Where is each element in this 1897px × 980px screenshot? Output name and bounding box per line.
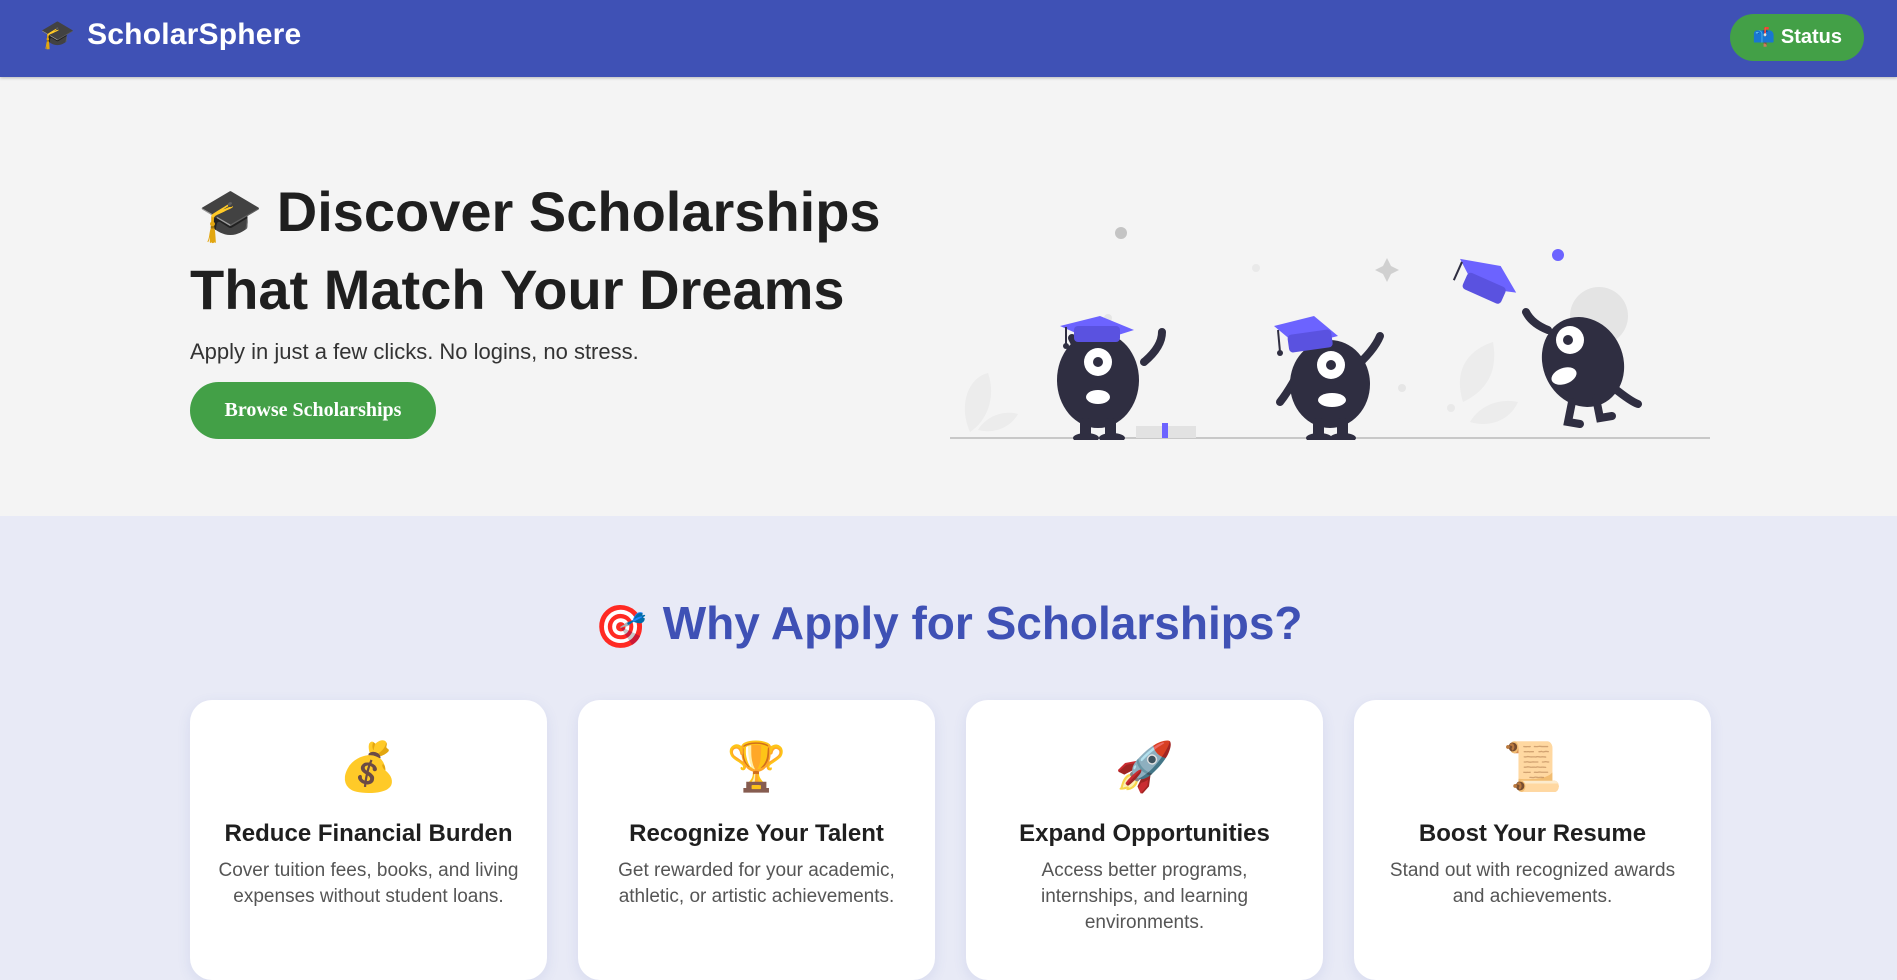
why-apply-title-text: Why Apply for Scholarships? xyxy=(662,597,1303,649)
trophy-icon: 🏆 xyxy=(726,741,787,794)
brand-name: ScholarSphere xyxy=(87,18,302,51)
rocket-icon: 🚀 xyxy=(1114,741,1175,794)
hero-title-line1: Discover Scholarships xyxy=(276,180,881,243)
brand-logo[interactable]: 🎓 ScholarSphere xyxy=(40,18,301,52)
benefit-card-description: Get rewarded for your academic, athletic… xyxy=(618,860,895,907)
hero-title: 🎓 Discover Scholarships That Match Your Dr… xyxy=(190,175,910,327)
status-button[interactable]: 📫 Status xyxy=(1730,14,1864,61)
benefit-card-description: Stand out with recognized awards and ach… xyxy=(1389,860,1676,907)
benefit-card-opportunities: 🚀 Expand Opportunities Access better pro… xyxy=(966,700,1323,980)
benefit-card-title: Expand Opportunities xyxy=(1019,820,1270,847)
hero-section: 🎓 Discover Scholarships That Match Your Dr… xyxy=(0,77,1897,516)
graduation-cap-icon: 🎓 xyxy=(198,187,263,245)
browse-scholarships-button[interactable]: Browse Scholarships xyxy=(190,382,436,439)
scroll-icon: 📜 xyxy=(1502,741,1563,794)
why-apply-title: 🎯 Why Apply for Scholarships? xyxy=(0,596,1897,652)
benefit-card-title: Reduce Financial Burden xyxy=(224,820,513,847)
benefit-card-talent: 🏆 Recognize Your Talent Get rewarded for… xyxy=(578,700,935,980)
benefit-card-description: Access better programs, internships, and… xyxy=(1040,860,1249,933)
benefit-card-description: Cover tuition fees, books, and living ex… xyxy=(218,860,519,907)
target-icon: 🎯 xyxy=(594,603,647,650)
hero-subtitle: Apply in just a few clicks. No logins, n… xyxy=(190,339,639,364)
benefit-card-title: Boost Your Resume xyxy=(1418,820,1647,847)
benefit-card-financial: 💰 Reduce Financial Burden Cover tuition … xyxy=(190,700,547,980)
graduation-celebration-illustration xyxy=(950,227,1710,440)
benefit-card-resume: 📜 Boost Your Resume Stand out with recog… xyxy=(1354,700,1711,980)
graduation-cap-icon: 🎓 xyxy=(40,19,76,50)
money-bag-icon: 💰 xyxy=(338,741,399,794)
hero-title-line2: That Match Your Dreams xyxy=(190,258,845,321)
status-button-label: Status xyxy=(1780,26,1842,48)
mailbox-icon: 📫 xyxy=(1752,27,1775,47)
benefit-card-title: Recognize Your Talent xyxy=(629,820,884,847)
benefit-cards: 💰 Reduce Financial Burden Cover tuition … xyxy=(190,700,1711,980)
top-navbar: 🎓 ScholarSphere 📫 Status xyxy=(0,0,1897,77)
